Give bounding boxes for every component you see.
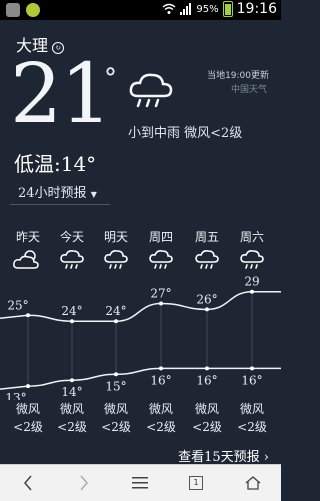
tab-count: 1 <box>189 476 203 490</box>
partly-cloudy-icon <box>8 248 48 272</box>
high-temp-line <box>0 290 281 322</box>
wind-level: <2级 <box>237 420 267 434</box>
notification-icons <box>6 3 40 17</box>
view-15-day-forecast-link[interactable]: 查看15天预报 › <box>178 446 269 465</box>
back-button[interactable] <box>0 465 56 501</box>
day-label: 今天 <box>59 230 84 244</box>
low-temp-point <box>205 366 209 371</box>
home-button[interactable] <box>225 465 281 501</box>
wind-label: 微风 <box>148 402 173 416</box>
wind-label: 微风 <box>194 402 219 416</box>
status-bar: 95% 19:16 <box>0 0 281 20</box>
wind-level: <2级 <box>101 420 131 434</box>
menu-icon <box>132 477 148 489</box>
day-label: 周五 <box>194 230 219 244</box>
low-temp-line <box>0 367 281 390</box>
high-temp-point <box>26 313 30 318</box>
rain-cloud-icon <box>129 73 173 108</box>
day-label: 周六 <box>239 230 264 244</box>
low-temperature: 低温:14° <box>14 152 97 176</box>
status-right: 95% 19:16 <box>162 1 277 17</box>
rain-cloud-icon <box>96 248 136 272</box>
forecast-24h-label: 24小时预报 <box>18 186 87 201</box>
forward-button[interactable] <box>56 465 112 501</box>
wifi-icon <box>162 3 176 14</box>
high-temp-label: 26° <box>196 292 217 306</box>
browser-nav-bar: 1 <box>0 464 281 501</box>
day-label: 昨天 <box>15 230 40 244</box>
current-temperature: 21 <box>10 47 112 142</box>
divider <box>10 204 110 205</box>
dropdown-arrow-icon: ▼ <box>90 190 97 199</box>
low-temp-label: 16° <box>150 373 171 387</box>
low-temp-label: 14° <box>61 385 82 399</box>
day-label: 周四 <box>148 230 173 244</box>
low-temp-point <box>70 378 74 383</box>
chevron-right-icon <box>80 475 88 491</box>
rain-cloud-icon <box>187 248 227 272</box>
low-temp-label: 16° <box>196 373 217 387</box>
menu-button[interactable] <box>112 465 168 501</box>
battery-icon <box>222 1 233 17</box>
low-temp-point <box>159 366 163 371</box>
day-label: 明天 <box>103 230 128 244</box>
low-temp-label: 13° <box>5 391 26 400</box>
tabs-button[interactable]: 1 <box>168 465 224 501</box>
low-temp-point <box>26 384 30 389</box>
wind-level: <2级 <box>13 420 43 434</box>
forecast-24h-toggle[interactable]: 24小时预报 ▼ <box>18 182 97 201</box>
wind-label: 微风 <box>15 402 40 416</box>
wind-label: 微风 <box>239 402 264 416</box>
high-temp-label: 24° <box>105 304 126 318</box>
data-source: 中国天气 <box>230 85 267 95</box>
high-temp-point <box>70 319 74 324</box>
high-temp-label: 24° <box>61 304 82 318</box>
battery-percentage: 95% <box>196 3 219 15</box>
low-temp-label: 15° <box>105 379 126 393</box>
high-temp-label: 25° <box>7 298 28 312</box>
high-temp-point <box>205 307 209 312</box>
signal-icon <box>180 3 192 15</box>
wind-label: 微风 <box>59 402 84 416</box>
high-temp-point <box>159 301 163 306</box>
wind-level: <2级 <box>192 420 222 434</box>
rain-cloud-icon <box>141 248 181 272</box>
app-notification-icon-2 <box>26 3 40 17</box>
degree-symbol: ° <box>104 64 117 94</box>
temperature-chart: 25° 13° 24° 14° 24° 15° 27° 16° 26° 16° 29 16° <box>0 275 281 400</box>
low-temp-label: 16° <box>241 373 262 387</box>
wind-level: <2级 <box>57 420 87 434</box>
high-temp-label: 27° <box>150 287 171 301</box>
app-notification-icon <box>6 3 20 17</box>
chevron-left-icon <box>24 475 32 491</box>
update-time: 当地19:00更新 <box>207 71 269 81</box>
wind-level: <2级 <box>146 420 176 434</box>
high-temp-label: 29 <box>244 275 259 289</box>
clock: 19:16 <box>236 1 277 17</box>
low-temp-point <box>114 372 118 377</box>
home-icon <box>245 476 261 490</box>
high-temp-point <box>250 289 254 294</box>
low-temp-point <box>250 366 254 371</box>
weather-condition: 小到中雨 微风<2级 <box>128 126 243 141</box>
rain-cloud-icon <box>52 248 92 272</box>
wind-label: 微风 <box>103 402 128 416</box>
rain-cloud-icon <box>232 248 272 272</box>
high-temp-point <box>114 319 118 324</box>
